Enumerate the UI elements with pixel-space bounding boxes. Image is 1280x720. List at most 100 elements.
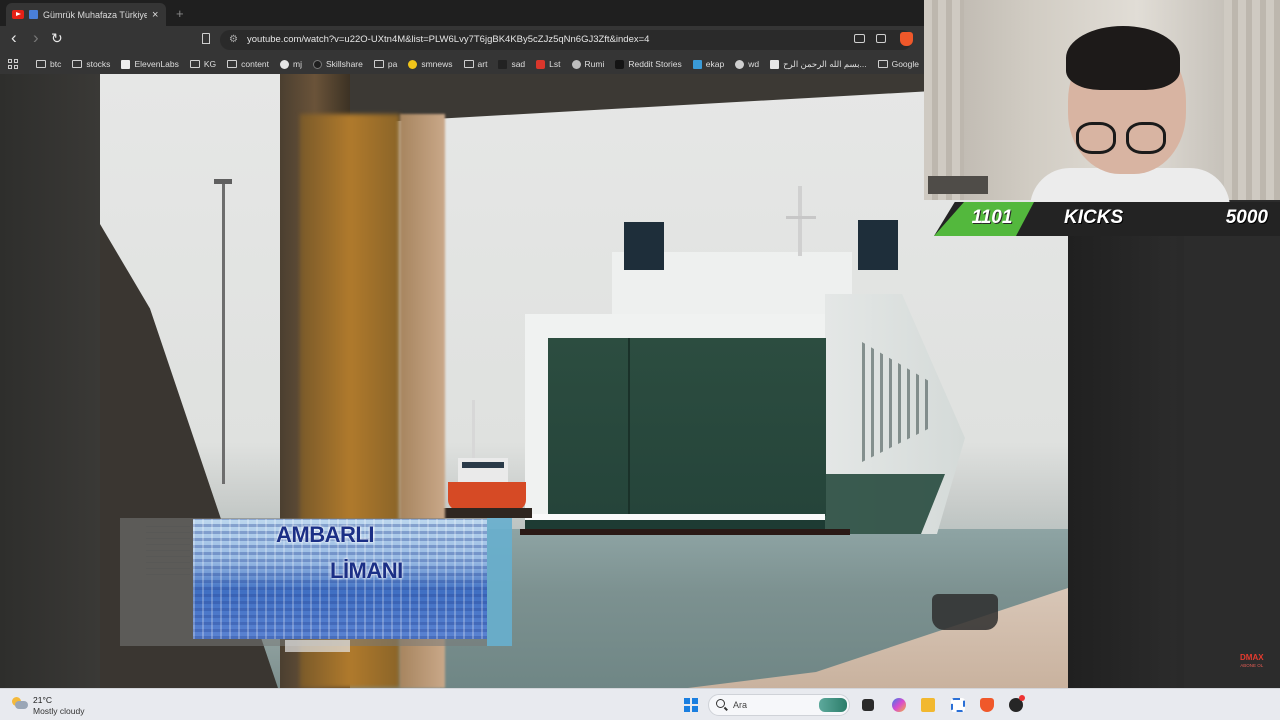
bookmark-bismillah[interactable]: بسم الله الرحمن الرح...: [770, 59, 867, 70]
weather-cloudy-icon[interactable]: [12, 697, 28, 711]
bookmark-label: pa: [387, 59, 398, 69]
elevenlabs-icon: [121, 59, 131, 69]
bookmark-ekap[interactable]: ekap: [692, 59, 725, 69]
back-button[interactable]: ‹: [11, 28, 17, 48]
lower-third-title-line1: AMBARLI: [276, 522, 374, 547]
forward-button[interactable]: ›: [33, 28, 39, 48]
search-highlight-image: [819, 698, 847, 712]
lower-third-accent: [487, 518, 512, 646]
bookmark-skillshare[interactable]: Skillshare: [313, 59, 363, 69]
skillshare-icon: [313, 59, 323, 69]
bookmark-label: sad: [511, 59, 526, 69]
snipping-tool-icon[interactable]: [951, 698, 965, 712]
kicks-label: KICKS: [1064, 207, 1124, 228]
github-icon: [280, 59, 290, 69]
url-text[interactable]: youtube.com/watch?v=u22O-UXtn4M&list=PLW…: [247, 34, 649, 45]
bookmark-label: Reddit Stories: [628, 59, 682, 69]
brave-shields-icon[interactable]: [900, 32, 913, 46]
weather-temperature[interactable]: 21°C: [33, 695, 52, 705]
screen: Gümrük Muhafaza Türkiye 37 × + ‹ › ↻ ⚙ y…: [0, 0, 1280, 720]
address-bar[interactable]: ⚙ youtube.com/watch?v=u22O-UXtn4M&list=P…: [220, 30, 912, 50]
dmax-logo: DMAX ABONE OL: [1240, 654, 1264, 670]
windows-taskbar: 21°C Mostly cloudy Ara: [0, 688, 1280, 720]
kicks-count: 1101: [971, 207, 1013, 228]
bookmark-pa[interactable]: pa: [373, 59, 398, 69]
bookmark-reddit-stories[interactable]: Reddit Stories: [615, 59, 682, 69]
bookmark-label: smnews: [421, 59, 453, 69]
youtube-icon: [12, 10, 24, 19]
bookmark-label: ekap: [705, 59, 725, 69]
bookmarks-bar: btc stocks ElevenLabs KG content mj Skil…: [0, 54, 924, 74]
share-icon[interactable]: [876, 34, 886, 43]
bookmark-page-icon[interactable]: [202, 33, 210, 44]
bookmark-sad[interactable]: sad: [498, 59, 525, 69]
desk-lights: [928, 176, 988, 194]
ship-mast: [798, 186, 802, 256]
browser-tabstrip: Gümrük Muhafaza Türkiye 37 × +: [0, 0, 924, 26]
bookmark-label: KG: [203, 59, 217, 69]
folder-icon: [72, 60, 83, 68]
sad-icon: [498, 59, 508, 69]
bookmark-elevenlabs[interactable]: ElevenLabs: [121, 59, 179, 69]
copilot-icon[interactable]: [892, 698, 906, 712]
browser-toolbar: ‹ › ↻ ⚙ youtube.com/watch?v=u22O-UXtn4M&…: [0, 26, 924, 54]
bookmark-wd[interactable]: wd: [735, 59, 759, 69]
bookmark-kg[interactable]: KG: [189, 59, 217, 69]
tugboat-mast: [472, 400, 475, 460]
cast-icon[interactable]: [854, 34, 865, 43]
bookmark-label: mj: [293, 59, 303, 69]
bookmark-smnews[interactable]: smnews: [408, 59, 453, 69]
tab-flag-icon: [29, 10, 38, 19]
wd-icon: [735, 59, 745, 69]
bookmark-label: Skillshare: [326, 59, 363, 69]
bookmark-google[interactable]: Google: [877, 59, 919, 69]
bookmark-label: stocks: [86, 59, 111, 69]
bookmark-mj[interactable]: mj: [280, 59, 302, 69]
folder-icon: [373, 60, 384, 68]
bookmark-label: ElevenLabs: [134, 59, 179, 69]
bookmark-btc[interactable]: btc: [36, 59, 61, 69]
dmax-logo-text: DMAX: [1240, 653, 1264, 662]
ekap-icon: [692, 59, 702, 69]
kicks-goal-overlay: 1101 KICKS 5000: [934, 202, 1280, 236]
window-frame-left: [0, 74, 100, 688]
bookmark-stocks[interactable]: stocks: [72, 59, 110, 69]
search-icon: [716, 699, 725, 708]
tab-title: Gümrük Muhafaza Türkiye 37: [43, 9, 147, 20]
bookmark-rumi[interactable]: Rumi: [571, 59, 604, 69]
bookmark-label: btc: [50, 59, 62, 69]
folder-icon: [189, 60, 200, 68]
search-placeholder: Ara: [733, 700, 748, 710]
smnews-icon: [408, 59, 418, 69]
ship-door-seam: [628, 338, 630, 516]
bookmark-art[interactable]: art: [463, 59, 487, 69]
tab-close-button[interactable]: ×: [152, 9, 158, 21]
tugboat-windows: [462, 462, 504, 468]
curtain-left: [924, 0, 964, 200]
glasses: [1076, 122, 1172, 164]
browser-tab[interactable]: Gümrük Muhafaza Türkiye 37 ×: [6, 3, 166, 26]
reload-button[interactable]: ↻: [51, 30, 63, 47]
weather-condition[interactable]: Mostly cloudy: [33, 706, 85, 716]
new-tab-button[interactable]: +: [176, 6, 184, 21]
taskbar-search[interactable]: Ara: [708, 694, 850, 716]
bookmark-label: بسم الله الرحمن الرح...: [783, 58, 867, 69]
file-explorer-icon[interactable]: [921, 698, 935, 712]
windows-start-icon[interactable]: [684, 698, 698, 712]
folder-icon: [36, 60, 46, 68]
bookmark-content[interactable]: content: [227, 59, 269, 69]
dmax-subscribe-text: ABONE OL: [1240, 663, 1264, 668]
brave-browser-icon[interactable]: [980, 698, 994, 712]
apps-grid-icon[interactable]: [8, 59, 18, 69]
task-view-icon[interactable]: [862, 699, 874, 711]
folder-icon: [463, 60, 474, 68]
folder-icon: [877, 60, 888, 68]
bookmark-lst[interactable]: Lst: [536, 59, 561, 69]
tugboat-hull: [448, 482, 526, 510]
reddit-icon: [615, 59, 625, 69]
lower-third-title-line2: LİMANI: [330, 558, 403, 583]
ship-waterline: [520, 529, 850, 535]
bookmark-label: content: [241, 59, 270, 69]
bookmark-label: Lst: [549, 59, 561, 69]
site-info-icon[interactable]: ⚙: [229, 34, 238, 45]
